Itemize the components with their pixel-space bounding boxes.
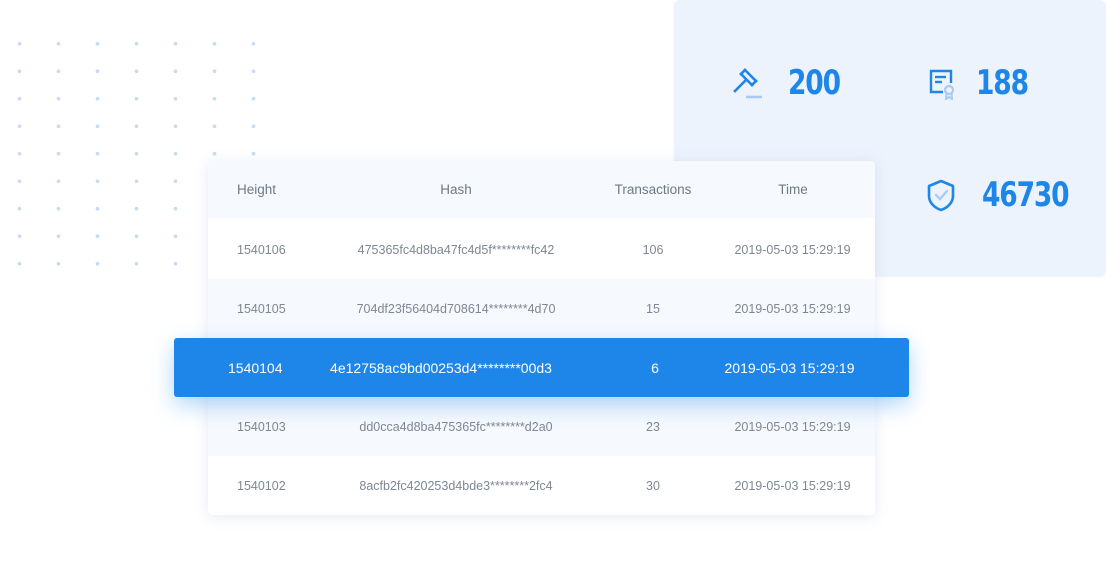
row-transactions: 30 [646, 478, 660, 493]
stat-shield: 46730 [924, 178, 1093, 212]
row-hash: dd0cca4d8ba475365fc********d2a0 [359, 419, 553, 434]
table-row-highlighted[interactable]: 1540104 4e12758ac9bd00253d4********00d3 … [174, 338, 909, 397]
certificate-stat-value: 188 [976, 63, 1029, 103]
gavel-icon [730, 66, 764, 100]
row-hash: 704df23f56404d708614********4d70 [356, 301, 556, 316]
header-transactions: Transactions [614, 182, 692, 197]
header-hash: Hash [440, 182, 472, 197]
row-time: 2019-05-03 15:29:19 [734, 419, 851, 434]
header-time: Time [778, 182, 808, 197]
row-time: 2019-05-03 15:29:19 [734, 242, 851, 257]
certificate-icon [924, 66, 958, 100]
stage: 200 188 46730 Height Hash Transactions T… [0, 0, 1106, 563]
row-hash: 8acfb2fc420253d4bde3********2fc4 [359, 478, 553, 493]
row-hash: 475365fc4d8ba47fc4d5f********fc42 [357, 242, 555, 257]
row-time: 2019-05-03 15:29:19 [734, 301, 851, 316]
shield-stat-value: 46730 [982, 175, 1070, 215]
table-row[interactable]: 1540106 475365fc4d8ba47fc4d5f********fc4… [208, 220, 875, 279]
row-time: 2019-05-03 15:29:19 [724, 359, 855, 376]
table-row[interactable]: 1540103 dd0cca4d8ba475365fc********d2a0 … [208, 397, 875, 456]
shield-check-icon [924, 178, 958, 212]
row-transactions: 23 [646, 419, 660, 434]
row-transactions: 6 [651, 359, 659, 376]
table-row[interactable]: 1540105 704df23f56404d708614********4d70… [208, 279, 875, 338]
table-row[interactable]: 1540102 8acfb2fc420253d4bde3********2fc4… [208, 456, 875, 515]
row-transactions: 106 [642, 242, 664, 257]
gavel-stat-value: 200 [788, 63, 841, 103]
stat-certificate: 188 [924, 66, 1042, 100]
row-hash: 4e12758ac9bd00253d4********00d3 [330, 359, 552, 376]
stat-gavel: 200 [730, 66, 854, 100]
table-header: Height Hash Transactions Time [208, 161, 875, 218]
row-transactions: 15 [646, 301, 660, 316]
row-time: 2019-05-03 15:29:19 [734, 478, 851, 493]
